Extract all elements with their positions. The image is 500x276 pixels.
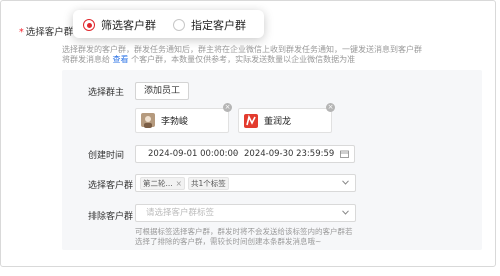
radio-specify-label: 指定客户群 bbox=[191, 19, 246, 32]
mode-radio-group: 筛选客户群 指定客户群 bbox=[73, 10, 264, 38]
avatar bbox=[141, 113, 155, 128]
radio-specify-groups[interactable]: 指定客户群 bbox=[173, 17, 246, 33]
end-date: 2024-09-30 23:59:59 bbox=[244, 149, 335, 159]
radio-filter-label: 筛选客户群 bbox=[101, 19, 156, 32]
start-date: 2024-09-01 00:00:00 bbox=[148, 149, 239, 159]
bottom-hint-line-2: 选择了排除的客户群，需较长时间创建本条群发消息哦~ bbox=[135, 237, 322, 246]
exclude-groups-label: 排除客户群 bbox=[88, 212, 134, 222]
include-groups-label: 选择客户群 bbox=[88, 181, 134, 191]
created-time-range-picker[interactable]: 2024-09-01 00:00:00 ~ 2024-09-30 23:59:5… bbox=[135, 145, 355, 163]
created-time-label: 创建时间 bbox=[88, 151, 125, 161]
include-groups-select[interactable]: 第二轮... × 共1个标签 bbox=[135, 174, 356, 192]
view-groups-link[interactable]: 查看 bbox=[113, 55, 129, 64]
member-name: 董润龙 bbox=[264, 117, 292, 127]
exclude-placeholder: 请选择客户群标签 bbox=[146, 208, 215, 218]
radio-filter-groups[interactable]: 筛选客户群 bbox=[83, 17, 156, 33]
remove-member-icon[interactable]: × bbox=[223, 103, 232, 112]
avatar bbox=[244, 113, 258, 128]
radio-checked-icon bbox=[83, 19, 95, 31]
chevron-down-icon bbox=[342, 180, 349, 185]
calendar-icon bbox=[340, 150, 349, 158]
range-separator: ~ bbox=[232, 149, 240, 159]
selected-tag-count: 共1个标签 bbox=[188, 177, 229, 190]
selected-tag: 第二轮... × bbox=[140, 177, 185, 190]
tag-close-icon[interactable]: × bbox=[176, 179, 182, 188]
add-staff-button[interactable]: 添加员工 bbox=[135, 82, 189, 100]
remove-member-icon[interactable]: × bbox=[326, 103, 335, 112]
field-label: * 选择客户群 bbox=[19, 27, 74, 38]
hint-line-2: 将群发消息给 查看 个客户群，本数量仅供参考，实际发送数量以企业微信数据为准 bbox=[62, 55, 356, 64]
member-chip: 董润龙 bbox=[238, 108, 332, 133]
member-chip: 李勃峻 bbox=[135, 108, 229, 133]
member-name: 李勃峻 bbox=[161, 117, 189, 127]
exclude-groups-select[interactable]: 请选择客户群标签 bbox=[135, 204, 356, 222]
chevron-down-icon bbox=[342, 210, 349, 215]
owner-label: 选择群主 bbox=[88, 88, 125, 98]
radio-unchecked-icon bbox=[173, 19, 185, 31]
